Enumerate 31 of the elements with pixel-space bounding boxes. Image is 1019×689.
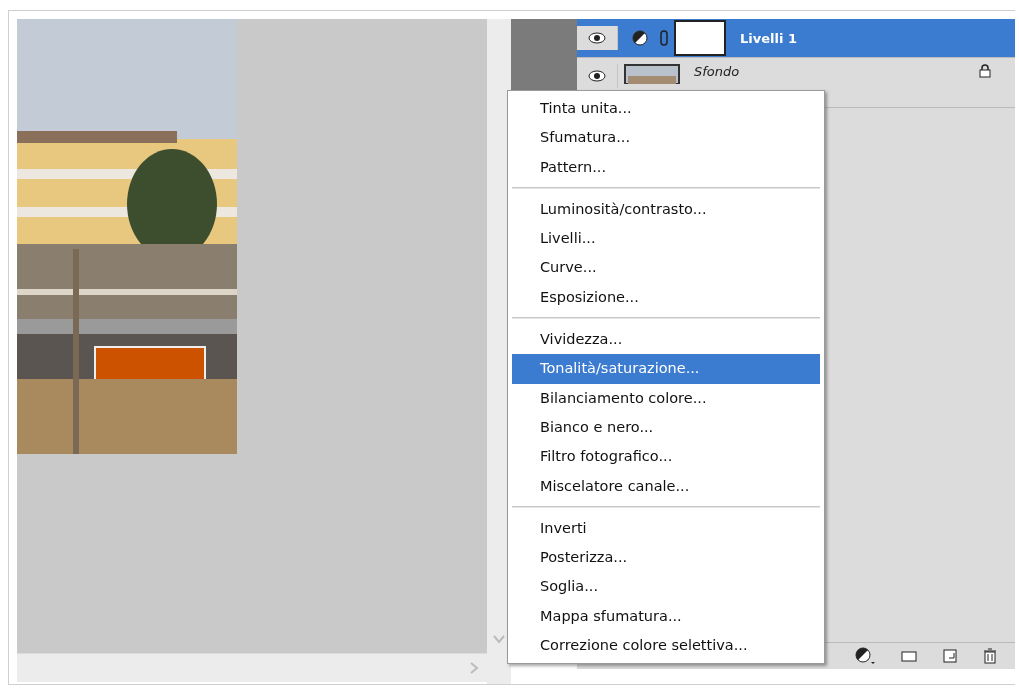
layer-name: Sfondo <box>694 64 741 79</box>
menu-item[interactable]: Correzione colore selettiva... <box>512 631 820 661</box>
layer-name: Livelli 1 <box>740 30 798 46</box>
new-layer-icon[interactable] <box>943 649 957 663</box>
menu-item[interactable]: Miscelatore canale... <box>512 471 820 501</box>
menu-item[interactable]: Bianco e nero... <box>512 412 820 443</box>
menu-item[interactable]: Inverti <box>512 513 820 544</box>
menu-item[interactable]: Tonalità/saturazione... <box>512 354 820 384</box>
menu-item[interactable]: Sfumatura... <box>512 123 820 153</box>
menu-item[interactable]: Livelli... <box>512 224 820 254</box>
folder-icon[interactable] <box>901 650 917 662</box>
layer-thumbnail <box>674 20 726 56</box>
adjustment-layer-icon[interactable] <box>855 647 875 665</box>
trash-icon[interactable] <box>983 648 997 664</box>
menu-item[interactable]: Pattern... <box>512 152 820 182</box>
layer-row[interactable]: Livelli 1 <box>577 19 1015 58</box>
menu-item[interactable]: Soglia... <box>512 572 820 602</box>
horizontal-scrollbar[interactable] <box>17 653 487 682</box>
link-icon <box>660 30 668 46</box>
menu-item[interactable]: Curve... <box>512 253 820 283</box>
eye-icon[interactable] <box>588 32 606 44</box>
menu-item[interactable]: Vividezza... <box>512 325 820 355</box>
layer-thumbnail <box>624 64 680 84</box>
menu-item[interactable]: Luminosità/contrasto... <box>512 194 820 225</box>
menu-item[interactable]: Esposizione... <box>512 282 820 313</box>
adjustment-icon <box>632 30 648 46</box>
menu-item[interactable]: Posterizza... <box>512 543 820 573</box>
menu-item[interactable]: Filtro fotografico... <box>512 442 820 472</box>
eye-icon[interactable] <box>588 70 606 82</box>
menu-item[interactable]: Bilanciamento colore... <box>512 383 820 413</box>
menu-item[interactable]: Mappa sfumatura... <box>512 601 820 632</box>
